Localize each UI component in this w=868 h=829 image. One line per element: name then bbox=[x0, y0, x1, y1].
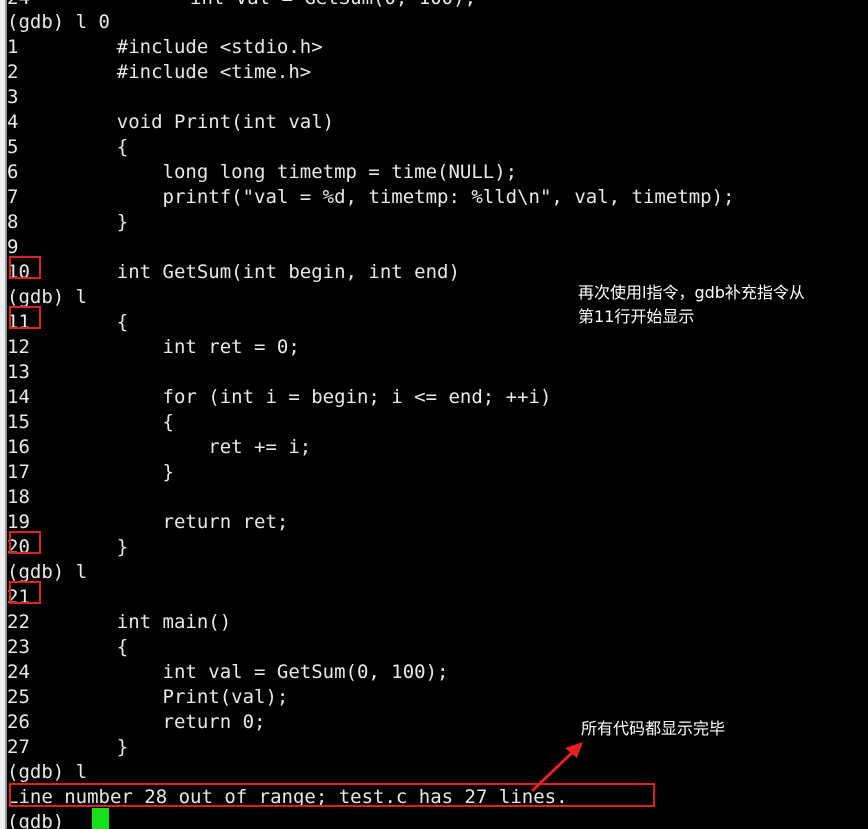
line-number: 21 bbox=[7, 586, 30, 608]
gdb-prompt-line: (gdb) bbox=[7, 810, 76, 829]
code-line: 12 int ret = 0; bbox=[7, 335, 300, 360]
code-line: 24 int val = GetSum(0, 100); bbox=[7, 660, 449, 685]
line-number: 1 bbox=[7, 36, 19, 58]
code-line: 16 ret += i; bbox=[7, 435, 311, 460]
code-line: 6 long long timetmp = time(NULL); bbox=[7, 160, 517, 185]
line-number: 6 bbox=[7, 161, 19, 183]
prompt-text: (gdb) bbox=[7, 811, 76, 829]
code-line: 27 } bbox=[7, 735, 128, 760]
line-number: 27 bbox=[7, 736, 30, 758]
source-code-text: printf("val = %d, timetmp: %lld\n", val,… bbox=[71, 186, 735, 208]
code-line: 21 bbox=[7, 585, 71, 610]
source-code-text: return ret; bbox=[71, 511, 289, 533]
line-number: 2 bbox=[7, 61, 19, 83]
annotation-all-shown: 所有代码都显示完毕 bbox=[581, 719, 726, 738]
code-line: 19 return ret; bbox=[7, 510, 288, 535]
line-number: 8 bbox=[7, 211, 19, 233]
line-number: 13 bbox=[7, 361, 30, 383]
code-line: 25 Print(val); bbox=[7, 685, 288, 710]
source-code-text: } bbox=[71, 211, 129, 233]
prompt-text: (gdb) l bbox=[7, 761, 88, 783]
line-number: 26 bbox=[7, 711, 30, 733]
code-line: 18 bbox=[7, 485, 71, 510]
line-number: 14 bbox=[7, 386, 30, 408]
source-code-text: Print(val); bbox=[71, 686, 289, 708]
code-line: 11 { bbox=[7, 310, 128, 335]
code-line: 23 { bbox=[7, 635, 128, 660]
terminal-screen[interactable]: 24 int val = GetSum(0, 100); (gdb) l 01 … bbox=[7, 0, 868, 829]
source-code-text: } bbox=[71, 736, 129, 758]
line-number: 15 bbox=[7, 411, 30, 433]
source-code-text: } bbox=[71, 536, 129, 558]
error-text: Line number 28 out of range; test.c has … bbox=[7, 786, 568, 808]
source-code-text: void Print(int val) bbox=[71, 111, 335, 133]
source-code-text: int ret = 0; bbox=[71, 336, 300, 358]
code-line: 14 for (int i = begin; i <= end; ++i) bbox=[7, 385, 551, 410]
code-line: 5 { bbox=[7, 135, 128, 160]
source-code-text: int main() bbox=[71, 611, 232, 633]
line-number: 22 bbox=[7, 611, 30, 633]
line-number: 20 bbox=[7, 536, 30, 558]
line-number: 18 bbox=[7, 486, 30, 508]
line-number: 9 bbox=[7, 236, 19, 258]
line-number: 25 bbox=[7, 686, 30, 708]
code-line: 22 int main() bbox=[7, 610, 231, 635]
source-code-text: return 0; bbox=[71, 711, 266, 733]
source-code-text: { bbox=[71, 311, 129, 333]
code-line: 9 bbox=[7, 235, 71, 260]
line-number: 23 bbox=[7, 636, 30, 658]
annotation-list-continues: 再次使用l指令，gdb补充指令从 第11行开始显示 bbox=[578, 283, 805, 326]
source-code-text: { bbox=[71, 136, 129, 158]
line-number: 12 bbox=[7, 336, 30, 358]
code-line: 13 bbox=[7, 360, 71, 385]
code-line: 17 } bbox=[7, 460, 174, 485]
line-number: 5 bbox=[7, 136, 19, 158]
gdb-terminal-window: 24 int val = GetSum(0, 100); (gdb) l 01 … bbox=[0, 0, 868, 829]
line-number: 10 bbox=[7, 261, 30, 283]
code-line: 7 printf("val = %d, timetmp: %lld\n", va… bbox=[7, 185, 734, 210]
prompt-text: (gdb) l 0 bbox=[7, 11, 110, 33]
gdb-prompt-line: (gdb) l 0 bbox=[7, 10, 110, 35]
gdb-error-message: Line number 28 out of range; test.c has … bbox=[7, 785, 568, 810]
scrollbar-track[interactable] bbox=[5, 0, 7, 829]
code-line: 2 #include <time.h> bbox=[7, 60, 311, 85]
text-cursor bbox=[92, 808, 109, 829]
code-line: 1 #include <stdio.h> bbox=[7, 35, 323, 60]
source-code-text: for (int i = begin; i <= end; ++i) bbox=[71, 386, 552, 408]
source-code-text: } bbox=[71, 461, 174, 483]
line-number: 16 bbox=[7, 436, 30, 458]
line-number: 4 bbox=[7, 111, 19, 133]
code-line: 3 bbox=[7, 85, 71, 110]
line-number: 3 bbox=[7, 86, 19, 108]
code-line: 8 } bbox=[7, 210, 128, 235]
source-code-text: ret += i; bbox=[71, 436, 312, 458]
code-line: 15 { bbox=[7, 410, 174, 435]
line-number: 24 bbox=[7, 661, 30, 683]
code-line: 20 } bbox=[7, 535, 128, 560]
code-line: 4 void Print(int val) bbox=[7, 110, 334, 135]
gdb-prompt-line: (gdb) l bbox=[7, 285, 87, 310]
gdb-prompt-line: (gdb) l bbox=[7, 560, 87, 585]
source-code-text: int GetSum(int begin, int end) bbox=[71, 261, 460, 283]
source-code-text: long long timetmp = time(NULL); bbox=[71, 161, 518, 183]
line-number: 11 bbox=[7, 311, 30, 333]
prompt-text: (gdb) l bbox=[7, 561, 88, 583]
line-number: 7 bbox=[7, 186, 19, 208]
source-code-text: int val = GetSum(0, 100); bbox=[71, 661, 449, 683]
source-code-text: #include <stdio.h> bbox=[71, 36, 323, 58]
line-number: 19 bbox=[7, 511, 30, 533]
code-line: 26 return 0; bbox=[7, 710, 265, 735]
prompt-text: (gdb) l bbox=[7, 286, 88, 308]
gdb-prompt-line: (gdb) l bbox=[7, 760, 87, 785]
line-number: 17 bbox=[7, 461, 30, 483]
source-code-text: #include <time.h> bbox=[71, 61, 312, 83]
source-code-text: { bbox=[71, 636, 129, 658]
code-line: 10 int GetSum(int begin, int end) bbox=[7, 260, 460, 285]
source-code-text: { bbox=[71, 411, 174, 433]
